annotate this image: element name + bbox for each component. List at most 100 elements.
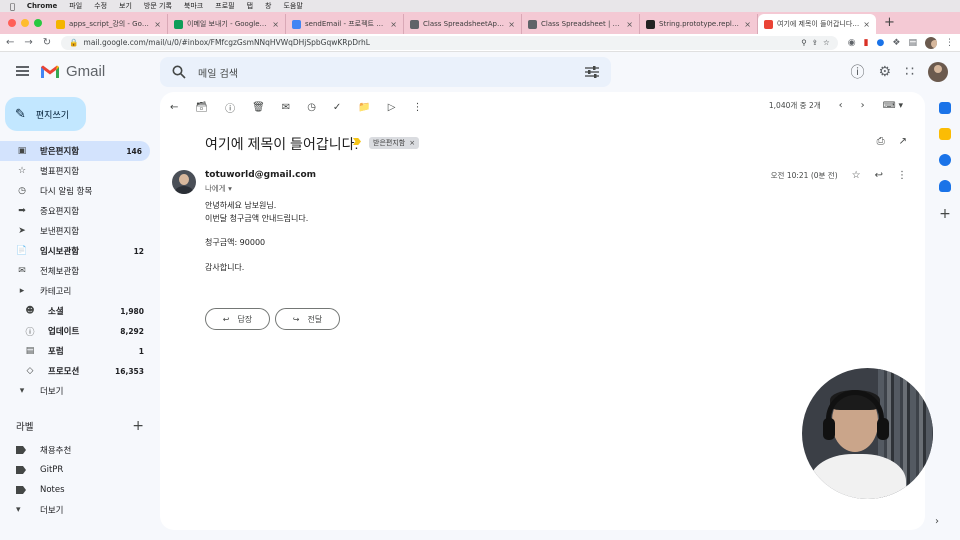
settings-gear-icon[interactable]: ⚙ — [879, 64, 892, 80]
newer-icon[interactable]: ‹ — [839, 100, 843, 111]
minimize-window-button[interactable] — [21, 19, 29, 27]
compose-button[interactable]: ✎ 편지쓰기 — [5, 97, 86, 131]
sidebar-item[interactable]: ⓘ 업데이트 8,292 — [0, 321, 152, 341]
menubar-item[interactable]: 파일 — [69, 1, 82, 11]
close-tab-icon[interactable]: × — [744, 20, 751, 29]
label-icon[interactable]: ▷ — [388, 102, 396, 113]
forward-icon[interactable]: → — [24, 37, 32, 48]
sender-avatar[interactable] — [172, 170, 196, 194]
add-task-icon[interactable]: ✓ — [333, 102, 341, 113]
close-tab-icon[interactable]: × — [508, 20, 515, 29]
extension-icon[interactable]: ● — [877, 38, 885, 48]
back-to-inbox-icon[interactable]: ← — [170, 102, 178, 113]
search-options-icon[interactable] — [585, 66, 599, 78]
menubar-item[interactable]: 도움말 — [283, 1, 302, 11]
sidebar-item[interactable]: 📄 임시보관함 12 — [0, 241, 152, 261]
reply-button[interactable]: ↩ 답장 — [205, 308, 270, 330]
more-vert-icon[interactable]: ⋮ — [897, 170, 907, 181]
label-item[interactable]: 채용추천 — [0, 440, 152, 460]
browser-tab[interactable]: 여기에 제목이 들어갑니다. - totuworld@gmail.com× — [758, 14, 876, 34]
menubar-app-name[interactable]: Chrome — [27, 2, 57, 10]
menubar-item[interactable]: 방문 기록 — [144, 1, 172, 11]
browser-tab[interactable]: Class SpreadsheetApp | Apps Script × — [404, 14, 522, 34]
report-spam-icon[interactable]: ⓘ — [225, 100, 235, 115]
puzzle-icon[interactable]: ❖ — [892, 38, 900, 48]
extension-icon[interactable]: ◉ — [848, 38, 856, 48]
sidebar-item[interactable]: ☻ 소셜 1,980 — [0, 301, 152, 321]
gmail-logo[interactable]: Gmail — [40, 63, 105, 80]
reload-icon[interactable]: ↻ — [43, 37, 51, 48]
more-vert-icon[interactable]: ⋮ — [945, 38, 954, 48]
delete-icon[interactable]: 🗑 — [252, 102, 265, 113]
account-avatar[interactable] — [928, 62, 948, 82]
label-chip[interactable]: 받은편지함 × — [369, 137, 420, 149]
sidebar-item[interactable]: ▾ 더보기 — [0, 381, 152, 401]
close-tab-icon[interactable]: × — [626, 20, 633, 29]
keep-icon[interactable] — [939, 128, 951, 140]
search-bar[interactable]: 메일 검색 — [160, 57, 611, 87]
reply-icon[interactable]: ↩ — [875, 170, 883, 181]
browser-tab[interactable]: sendEmail - 프로젝트 편집자 - Apps Script × — [286, 14, 404, 34]
label-item[interactable]: Notes — [0, 480, 152, 500]
move-to-icon[interactable]: 📁 — [358, 102, 370, 113]
menubar-item[interactable]: 수정 — [94, 1, 107, 11]
add-label-icon[interactable]: + — [132, 418, 144, 434]
apple-icon[interactable]:  — [10, 2, 15, 11]
remove-label-icon[interactable]: × — [409, 139, 415, 147]
new-tab-button[interactable]: + — [876, 15, 903, 34]
get-addons-icon[interactable]: + — [939, 206, 951, 222]
sidebar-item[interactable]: ◷ 다시 알림 항목 — [0, 181, 152, 201]
extension-icon[interactable]: ▮ — [864, 38, 869, 48]
reading-list-icon[interactable]: ▤ — [908, 38, 917, 48]
menubar-item[interactable]: 북마크 — [184, 1, 203, 11]
bookmark-star-icon[interactable]: ☆ — [823, 38, 830, 47]
sidebar-item[interactable]: ✉ 전체보관함 — [0, 261, 152, 281]
more-vert-icon[interactable]: ⋮ — [412, 102, 422, 113]
sender-address[interactable]: totuworld@gmail.com — [205, 170, 316, 180]
menubar-item[interactable]: 탭 — [247, 1, 253, 11]
print-icon[interactable]: ⎙ — [877, 136, 885, 147]
close-tab-icon[interactable]: × — [863, 20, 870, 29]
close-tab-icon[interactable]: × — [272, 20, 279, 29]
browser-tab[interactable]: Class Spreadsheet | Apps Script × — [522, 14, 640, 34]
mark-unread-icon[interactable]: ✉ — [282, 102, 290, 113]
omnibox[interactable]: 🔒 mail.google.com/mail/u/0/#inbox/FMfcgz… — [61, 35, 838, 50]
profile-avatar[interactable] — [925, 36, 937, 49]
expand-panel-icon[interactable]: › — [935, 516, 939, 527]
share-icon[interactable]: ⇪ — [812, 38, 818, 47]
sidebar-item[interactable]: ➤ 보낸편지함 — [0, 221, 152, 241]
help-icon[interactable]: ⓘ — [851, 62, 865, 82]
tasks-icon[interactable] — [939, 154, 951, 166]
labels-more[interactable]: ▾ 더보기 — [0, 500, 152, 520]
close-tab-icon[interactable]: × — [154, 20, 161, 29]
archive-icon[interactable]: 🗃 — [195, 102, 208, 113]
menubar-item[interactable]: 프로필 — [215, 1, 234, 11]
search-input[interactable]: 메일 검색 — [198, 65, 573, 80]
browser-tab[interactable]: 이메일 보내기 - Google Sheets × — [168, 14, 286, 34]
apps-grid-icon[interactable]: ∷ — [905, 64, 914, 80]
browser-tab[interactable]: apps_script_강의 - Google Drive× — [50, 14, 168, 34]
close-tab-icon[interactable]: × — [390, 20, 397, 29]
sidebar-item[interactable]: ☆ 별표편지함 — [0, 161, 152, 181]
sidebar-item[interactable]: ▣ 받은편지함 146 — [0, 141, 150, 161]
label-item[interactable]: GitPR — [0, 460, 152, 480]
sidebar-item[interactable]: ▤ 포럼 1 — [0, 341, 152, 361]
star-icon[interactable]: ☆ — [852, 170, 861, 181]
back-icon[interactable]: ← — [6, 37, 14, 48]
sidebar-item[interactable]: ◇ 프로모션 16,353 — [0, 361, 152, 381]
close-window-button[interactable] — [8, 19, 16, 27]
sidebar-item[interactable]: ▸ 카테고리 — [0, 281, 152, 301]
input-tools-icon[interactable]: ⌨ ▾ — [883, 101, 903, 111]
browser-tab[interactable]: String.prototype.replace() - JavaScript× — [640, 14, 758, 34]
sidebar-item[interactable]: ➡ 중요편지함 — [0, 201, 152, 221]
menubar-item[interactable]: 창 — [265, 1, 271, 11]
main-menu-icon[interactable] — [16, 66, 29, 76]
contacts-icon[interactable] — [939, 180, 951, 192]
older-icon[interactable]: › — [861, 100, 865, 111]
zoom-icon[interactable]: ⚲ — [801, 38, 807, 47]
forward-button[interactable]: ↪ 전달 — [275, 308, 340, 330]
snooze-icon[interactable]: ◷ — [307, 102, 316, 113]
calendar-icon[interactable] — [939, 102, 951, 114]
search-icon[interactable] — [172, 65, 186, 79]
menubar-item[interactable]: 보기 — [119, 1, 132, 11]
